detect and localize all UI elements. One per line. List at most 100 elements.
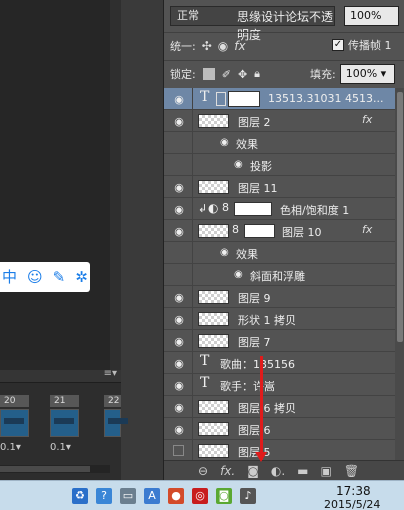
music-icon[interactable]: ◎ — [192, 488, 208, 504]
layer-row[interactable]: ◉ T 歌手：许嵩 — [164, 374, 395, 396]
fill-field[interactable]: 100% ▾ — [339, 64, 395, 84]
timeline-frame[interactable]: 20 0.1▾ — [0, 395, 29, 455]
layer-name[interactable]: 形状 1 拷贝 — [238, 312, 296, 328]
layer-name[interactable]: 歌手：许嵩 — [220, 378, 275, 394]
layer-row[interactable]: ◉ 图层 7 — [164, 330, 395, 352]
fx-icon[interactable]: fx — [362, 113, 372, 126]
lock-all-icon[interactable]: 🔒︎ — [254, 67, 260, 81]
pencil-icon[interactable]: ✎ — [53, 262, 66, 292]
nvidia-icon[interactable]: ◙ — [216, 488, 232, 504]
new-group-icon[interactable]: ▬ — [297, 464, 308, 478]
canvas-scrollbar[interactable] — [110, 0, 121, 370]
visibility-eye-icon[interactable]: ◉ — [172, 357, 186, 370]
layer-name[interactable]: 图层 9 — [238, 290, 271, 306]
layer-row[interactable]: ◉ 形状 1 拷贝 — [164, 308, 395, 330]
layer-name[interactable]: 图层 7 — [238, 334, 271, 350]
layer-row[interactable]: ◉ 图层 6 — [164, 418, 395, 440]
panel-menu-icon[interactable]: ≡▾ — [104, 368, 117, 379]
effect-visibility-icon[interactable]: ◉ — [220, 137, 229, 148]
trash-icon[interactable]: 🗑︎ — [344, 464, 359, 478]
propagate-frame-control[interactable]: ✓ 传播帧 1 — [332, 37, 392, 53]
clock-date[interactable]: 2015/5/24 — [324, 498, 380, 510]
layer-name[interactable]: 图层 6 拷贝 — [238, 400, 296, 416]
qq-icon[interactable]: ● — [168, 488, 184, 504]
propagate-checkbox[interactable]: ✓ — [332, 39, 344, 51]
timeline-scrollbar[interactable] — [0, 465, 110, 473]
layer-name[interactable]: 图层 2 — [238, 114, 271, 130]
visibility-eye-icon[interactable]: ◉ — [172, 291, 186, 304]
timeline-frame[interactable]: 22 — [104, 395, 128, 455]
opacity-field[interactable]: 100% — [344, 6, 399, 26]
link-layers-icon[interactable]: ⊖ — [198, 464, 208, 478]
frame-thumbnail[interactable] — [0, 409, 29, 437]
gear-icon[interactable]: ✲ — [75, 262, 88, 292]
unify-row: 统一: ✣ ◉ fx — [170, 38, 246, 54]
help-icon[interactable]: ? — [96, 488, 112, 504]
document-canvas[interactable] — [0, 0, 110, 360]
layer-row[interactable]: ◉ 图层 9 — [164, 286, 395, 308]
lock-transparent-icon[interactable] — [202, 68, 215, 80]
chinese-char-icon[interactable]: 中 — [2, 262, 17, 292]
frame-thumbnail[interactable] — [104, 409, 128, 437]
layer-row[interactable]: ◉ ↲ ◐ 8 色相/饱和度 1 — [164, 198, 395, 220]
visibility-eye-icon[interactable]: ◉ — [172, 313, 186, 326]
visibility-eye-icon[interactable]: ◉ — [172, 335, 186, 348]
layer-name[interactable]: 歌曲：135156 — [220, 356, 295, 372]
visibility-eye-icon[interactable]: ◉ — [172, 423, 186, 436]
new-layer-icon[interactable]: ▣ — [321, 464, 332, 478]
clock-time[interactable]: 17:38 — [336, 484, 371, 498]
visibility-eye-icon[interactable]: ◉ — [172, 115, 186, 128]
visibility-eye-icon[interactable]: ◉ — [172, 203, 186, 216]
blend-mode-select[interactable]: 正常 思缘设计论坛不透明度 — [170, 6, 335, 42]
layer-row[interactable]: ◉ 图层 11 — [164, 176, 395, 198]
layer-row[interactable]: ◉ 图层 6 拷贝 — [164, 396, 395, 418]
add-mask-icon[interactable]: ◙ — [247, 464, 259, 478]
effect-visibility-icon[interactable]: ◉ — [220, 247, 229, 258]
unify-style-icon[interactable]: fx — [234, 39, 245, 53]
layer-row[interactable]: 图层 5 — [164, 440, 395, 460]
add-style-icon[interactable]: fx. — [220, 464, 235, 478]
layer-name[interactable]: 13513.31031 4513... — [268, 92, 383, 105]
effect-group-row[interactable]: ◉ 效果 — [164, 132, 395, 154]
fx-icon[interactable]: fx — [362, 223, 372, 236]
propagate-label: 传播帧 1 — [348, 39, 392, 52]
layer-row[interactable]: ◉ 图层 2 fx — [164, 110, 395, 132]
frame-delay[interactable]: 0.1▾ — [50, 442, 71, 453]
timeline-frame[interactable]: 21 0.1▾ — [50, 395, 79, 455]
network-icon[interactable]: ▭ — [120, 488, 136, 504]
frame-delay[interactable]: 0.1▾ — [0, 442, 21, 453]
volume-icon[interactable]: ♪ — [240, 488, 256, 504]
layer-row[interactable]: ◉ 8 图层 10 fx — [164, 220, 395, 242]
layer-name[interactable]: 色相/饱和度 1 — [280, 202, 349, 218]
visibility-eye-icon[interactable]: ◉ — [172, 181, 186, 194]
effect-row[interactable]: ◉ 投影 — [164, 154, 395, 176]
text-layer-icon: T — [200, 375, 210, 391]
scrollbar-thumb[interactable] — [0, 466, 90, 472]
layer-name[interactable]: 图层 6 — [238, 422, 271, 438]
security-icon[interactable]: A — [144, 488, 160, 504]
scrollbar-thumb[interactable] — [397, 92, 403, 342]
effect-row[interactable]: ◉ 斜面和浮雕 — [164, 264, 395, 286]
emoji-icon[interactable]: ☺ — [27, 262, 43, 292]
layers-scrollbar[interactable] — [395, 88, 404, 460]
effect-group-row[interactable]: ◉ 效果 — [164, 242, 395, 264]
visibility-eye-icon[interactable]: ◉ — [172, 93, 186, 106]
visibility-eye-icon[interactable]: ◉ — [172, 401, 186, 414]
layer-name[interactable]: 图层 10 — [282, 224, 322, 240]
effect-visibility-icon[interactable]: ◉ — [234, 269, 243, 280]
visibility-eye-icon[interactable]: ◉ — [172, 225, 186, 238]
layer-row[interactable]: ◉ T 13513.31031 4513... — [164, 88, 395, 110]
layer-row[interactable]: ◉ T 歌曲：135156 — [164, 352, 395, 374]
divider — [192, 308, 193, 330]
effect-visibility-icon[interactable]: ◉ — [234, 159, 243, 170]
visibility-eye-icon[interactable]: ◉ — [172, 379, 186, 392]
frame-thumbnail[interactable] — [50, 409, 79, 437]
lock-position-icon[interactable]: ✥ — [238, 68, 247, 81]
unify-visibility-icon[interactable]: ◉ — [218, 39, 228, 53]
lock-pixels-icon[interactable]: ✐ — [222, 68, 231, 81]
unify-position-icon[interactable]: ✣ — [202, 39, 212, 53]
visibility-toggle[interactable] — [173, 445, 184, 456]
layer-name[interactable]: 图层 11 — [238, 180, 278, 196]
input-method-icon[interactable]: ♻ — [72, 488, 88, 504]
adjustment-layer-icon[interactable]: ◐. — [271, 464, 285, 478]
